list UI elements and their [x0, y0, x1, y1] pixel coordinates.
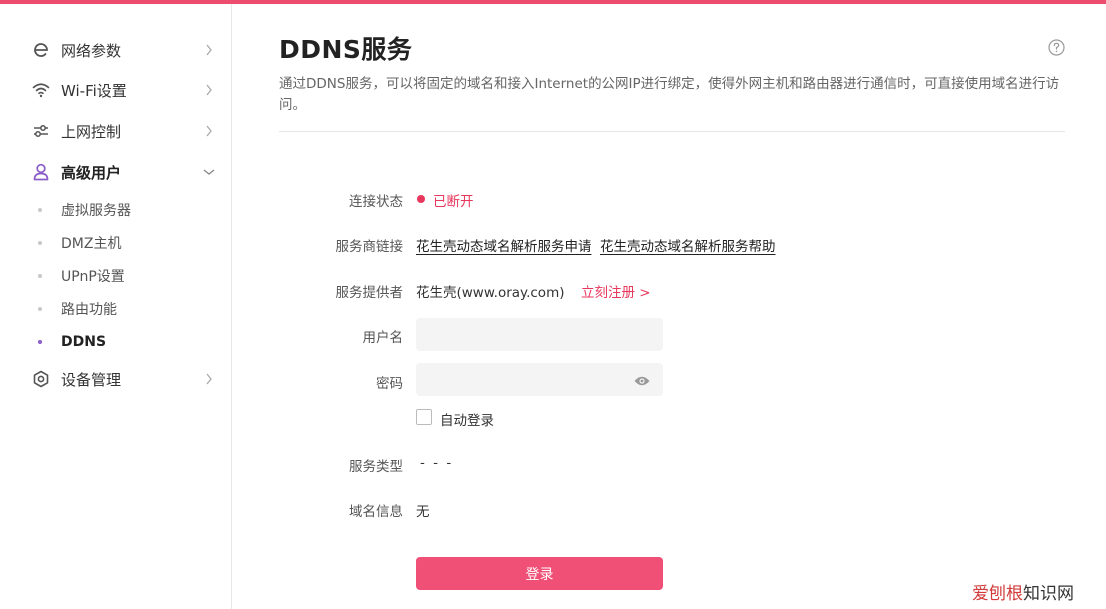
password-label: 密码 — [376, 376, 403, 392]
provider-label: 服务提供者 — [335, 285, 404, 301]
sidebar-subitem-label: UPnP设置 — [61, 269, 125, 285]
service-type-label: 服务类型 — [349, 459, 403, 475]
sidebar-subitem-dmz[interactable]: DMZ主机 — [0, 228, 231, 258]
sidebar-subitem-label: DMZ主机 — [61, 236, 122, 252]
sidebar-subitem-label: 路由功能 — [61, 302, 117, 318]
sidebar-item-device-management[interactable]: 设备管理 — [0, 361, 231, 397]
bullet-dot — [38, 307, 42, 311]
provider-value: 花生壳(www.oray.com) — [416, 285, 565, 301]
divider — [279, 131, 1065, 132]
user-icon — [31, 162, 51, 182]
username-input[interactable] — [416, 318, 663, 351]
sidebar-item-label: 网络参数 — [61, 41, 122, 60]
username-field-wrapper — [416, 318, 663, 351]
auto-login-label: 自动登录 — [440, 413, 494, 429]
username-label: 用户名 — [362, 330, 404, 346]
sidebar-item-label: Wi-Fi设置 — [61, 81, 127, 100]
sliders-icon — [31, 121, 51, 141]
password-input[interactable] — [416, 363, 663, 396]
chevron-right-icon — [202, 372, 216, 386]
chevron-right-icon — [202, 43, 216, 57]
gear-icon — [31, 369, 51, 389]
oray-help-link[interactable]: 花生壳动态域名解析服务帮助 — [600, 235, 776, 255]
service-type-value: - - - — [420, 455, 454, 471]
sidebar-item-label: 上网控制 — [61, 122, 122, 141]
sidebar-subitem-routing[interactable]: 路由功能 — [0, 294, 231, 324]
watermark-part2: 知识网 — [1023, 584, 1074, 604]
oray-apply-link[interactable]: 花生壳动态域名解析服务申请 — [416, 235, 592, 255]
domain-info-value: 无 — [416, 504, 430, 520]
sidebar-subitem-upnp[interactable]: UPnP设置 — [0, 261, 231, 291]
register-now-link[interactable]: 立刻注册 > — [581, 281, 651, 301]
sidebar-item-access-control[interactable]: 上网控制 — [0, 113, 231, 149]
page-title: DDNS服务 — [279, 35, 413, 64]
bullet-dot — [38, 340, 42, 344]
watermark: 爱刨根知识网 — [972, 579, 1074, 604]
sidebar-subitem-label: 虚拟服务器 — [61, 203, 131, 219]
provider-link-label: 服务商链接 — [335, 239, 404, 255]
chevron-down-icon — [202, 165, 216, 179]
status-indicator-dot — [417, 195, 425, 203]
help-icon[interactable] — [1048, 39, 1065, 56]
sidebar-item-network[interactable]: 网络参数 — [0, 32, 231, 68]
chevron-right-icon — [202, 83, 216, 97]
status-label: 连接状态 — [349, 194, 403, 210]
bullet-dot — [38, 274, 42, 278]
sidebar-subitem-virtual-server[interactable]: 虚拟服务器 — [0, 195, 231, 225]
auto-login-checkbox[interactable] — [416, 409, 432, 425]
sidebar-subitem-label: DDNS — [61, 334, 107, 350]
chevron-right-icon — [202, 124, 216, 138]
password-field-wrapper — [416, 363, 663, 396]
sidebar-subitem-ddns[interactable]: DDNS — [0, 327, 231, 357]
sidebar-item-wifi[interactable]: Wi-Fi设置 — [0, 72, 231, 108]
wifi-icon — [31, 80, 51, 100]
domain-info-label: 域名信息 — [349, 504, 403, 520]
network-e-icon — [31, 40, 51, 60]
eye-icon[interactable] — [633, 373, 651, 387]
bullet-dot — [38, 241, 42, 245]
sidebar-item-label: 高级用户 — [61, 163, 122, 182]
sidebar: 网络参数 Wi-Fi设置 上网控制 高级用户 虚拟服务器 DMZ主机 UPnP设… — [0, 4, 232, 609]
sidebar-item-advanced-user[interactable]: 高级用户 — [0, 154, 231, 190]
page-description: 通过DDNS服务，可以将固定的域名和接入Internet的公网IP进行绑定，使得… — [279, 76, 1060, 113]
status-value: 已断开 — [433, 194, 474, 210]
watermark-part1: 爱刨根 — [972, 584, 1023, 604]
bullet-dot — [38, 208, 42, 212]
login-button[interactable]: 登录 — [416, 557, 663, 590]
sidebar-item-label: 设备管理 — [61, 370, 122, 389]
